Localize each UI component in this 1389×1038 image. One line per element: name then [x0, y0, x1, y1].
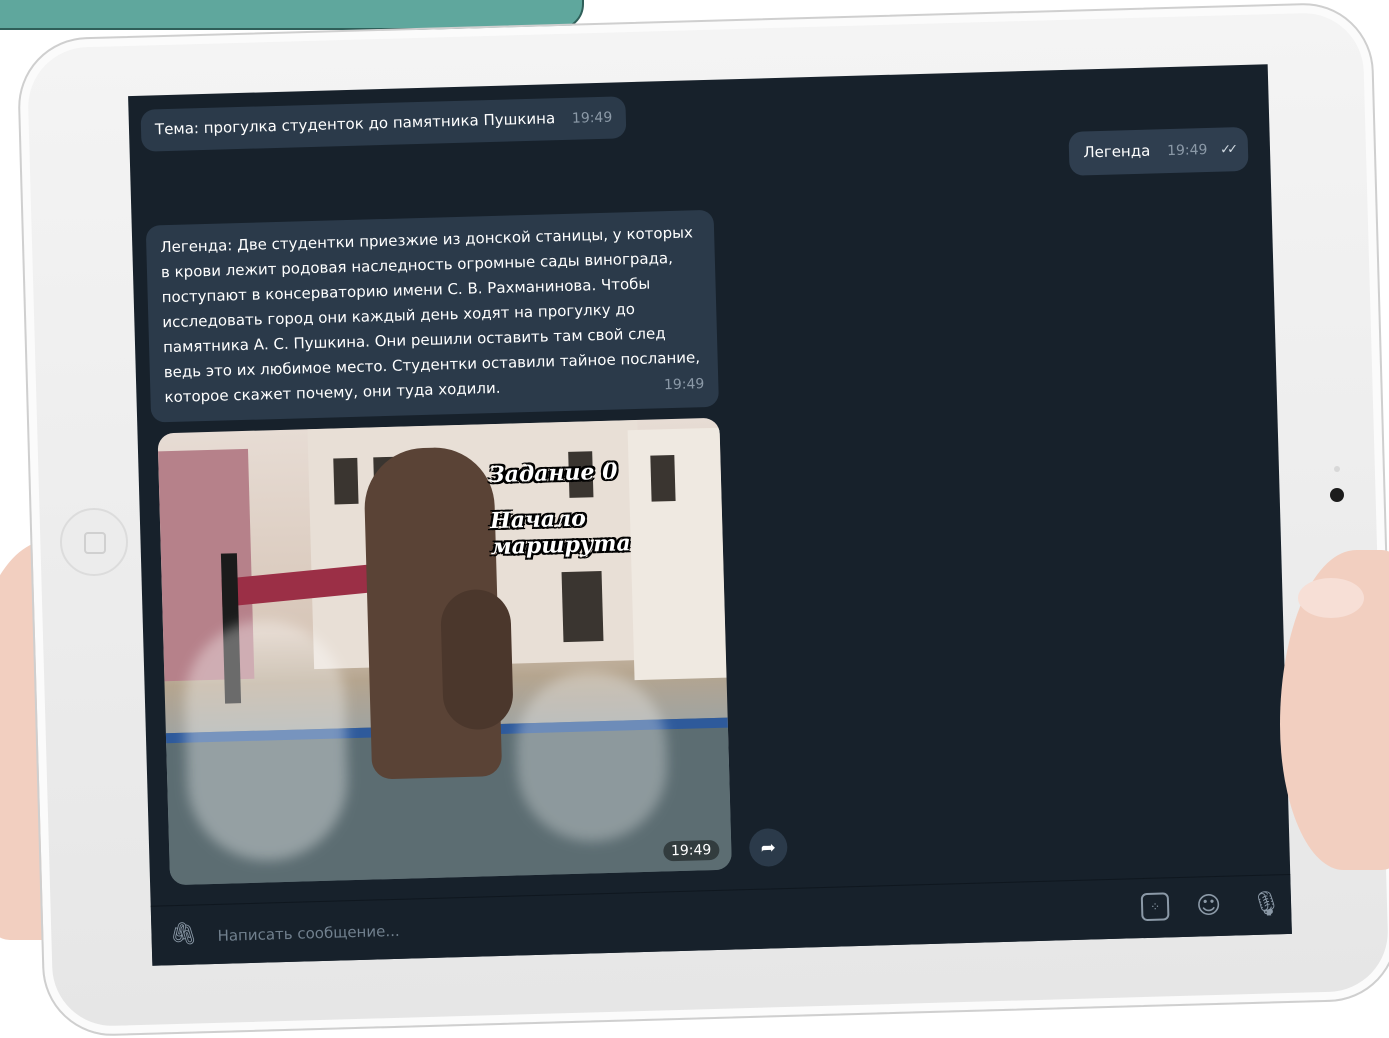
paperclip-icon[interactable]: 🖇	[169, 921, 198, 947]
message-time: 19:49	[663, 376, 705, 394]
message-legend-long[interactable]: Легенда: Две студентки приезжие из донск…	[145, 209, 719, 423]
photo-water-spray	[182, 618, 350, 863]
photo-window	[650, 454, 676, 502]
share-icon[interactable]: ➦	[748, 827, 788, 868]
message-input[interactable]	[215, 901, 920, 951]
message-time: 19:49	[662, 839, 720, 862]
photo-caption-line1: Задание 0	[488, 458, 618, 489]
photo-window	[333, 457, 359, 505]
photo-statue-seated	[440, 588, 514, 731]
message-text: Легенда: Две студентки приезжие из донск…	[160, 223, 701, 407]
home-button[interactable]	[60, 508, 128, 576]
message-topic[interactable]: Тема: прогулка студенток до памятника Пу…	[140, 96, 627, 152]
photo-water-spray	[514, 669, 670, 844]
tablet-camera	[1330, 488, 1344, 502]
message-photo[interactable]: Задание 0 Начало маршрута 19:49	[157, 417, 732, 886]
message-time: 19:49	[1166, 141, 1208, 160]
emoji-icon[interactable]: ☺	[1196, 891, 1222, 920]
tablet-sensor	[1334, 466, 1340, 472]
photo-caption-line2: Начало маршрута	[489, 505, 632, 561]
command-icon[interactable]: ⁘	[1140, 892, 1170, 922]
message-text: Тема: прогулка студенток до памятника Пу…	[154, 109, 556, 139]
double-check-icon: ✓✓	[1220, 142, 1235, 158]
right-thumb-nail	[1298, 578, 1364, 618]
photo-door	[561, 571, 604, 643]
microphone-icon[interactable]: 🎙	[1251, 889, 1282, 918]
chat-screen: Тема: прогулка студенток до памятника Пу…	[128, 64, 1292, 966]
message-legend-outgoing[interactable]: Легенда 19:49 ✓✓	[1068, 126, 1249, 176]
message-time: 19:49	[571, 109, 613, 127]
message-text: Легенда	[1083, 141, 1151, 162]
